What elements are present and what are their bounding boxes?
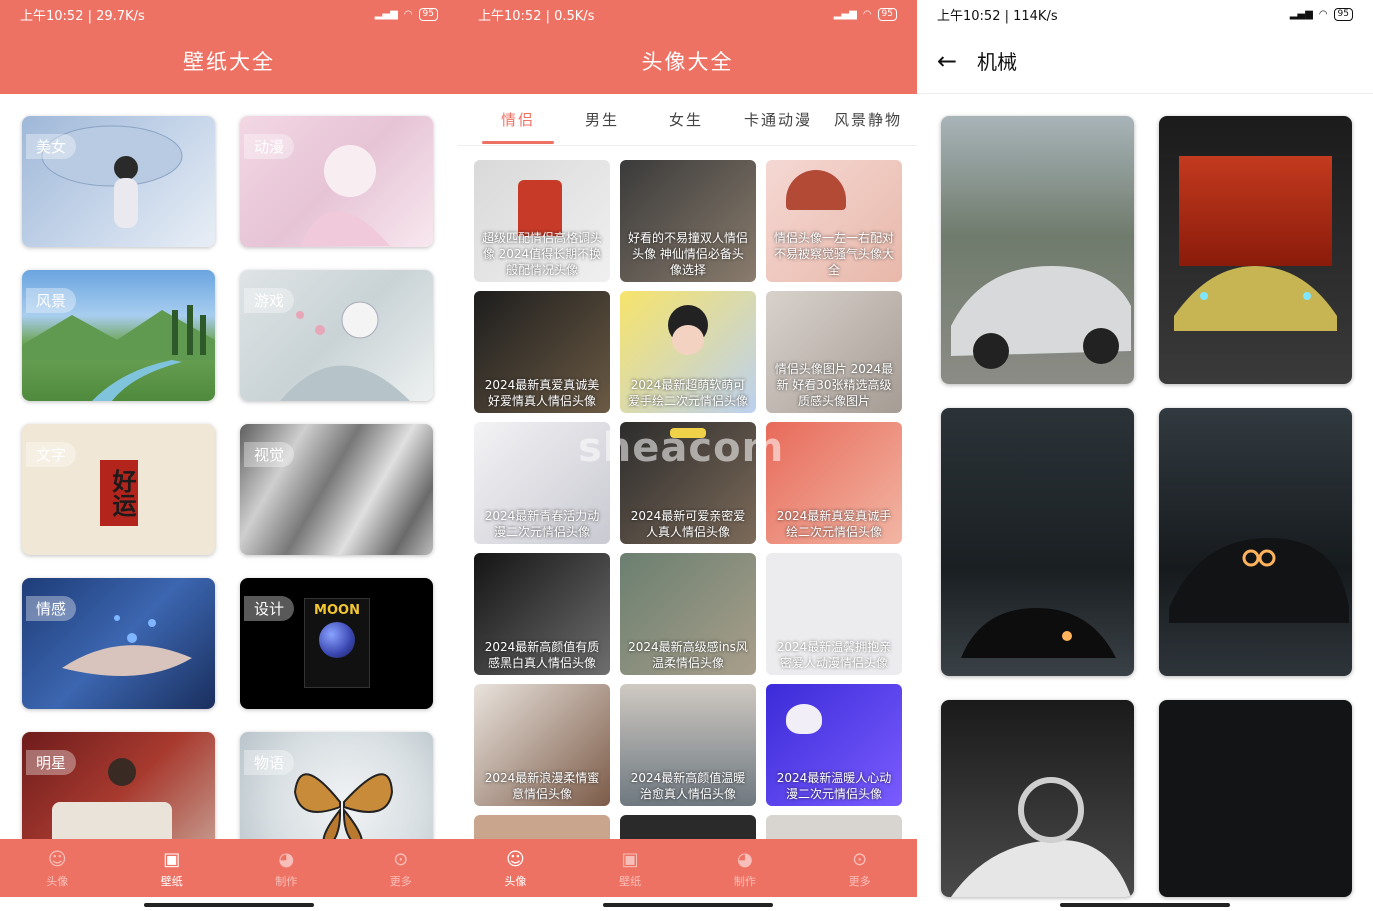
nav-wallpaper[interactable]: ▣ 壁纸: [115, 839, 230, 897]
palette-icon: ◕: [737, 848, 753, 870]
palette-icon: ◕: [278, 848, 295, 870]
category-card-emotion[interactable]: 情感: [22, 578, 215, 709]
wallpaper-card[interactable]: [941, 408, 1134, 676]
battery-icon: 95: [1333, 7, 1353, 21]
wifi-icon: ◠: [403, 8, 413, 20]
category-card-design[interactable]: MOON 设计: [240, 578, 433, 709]
status-time: 上午10:52 | 114K/s: [937, 8, 1058, 24]
headlight-car-image: [1169, 538, 1349, 623]
avatar-card[interactable]: 2024最新高颜值温暖治愈真人情侣头像: [620, 684, 756, 806]
avatar-screen: 上午10:52 | 0.5K/s ▂▄▆ ◠ 95 头像大全 情侣 男生 女生 …: [458, 0, 917, 911]
wallpaper-card[interactable]: [941, 700, 1134, 897]
dark-car-image: [961, 608, 1116, 658]
avatar-card[interactable]: 2024最新超萌软萌可爱手绘二次元情侣头像: [620, 291, 756, 413]
avatar-card[interactable]: 2024最新高级感ins风温柔情侣头像: [620, 553, 756, 675]
battery-icon: 95: [877, 7, 897, 21]
tab-cartoon[interactable]: 卡通动漫: [728, 94, 828, 146]
category-card-game[interactable]: 游戏: [240, 270, 433, 401]
tab-couple[interactable]: 情侣: [476, 94, 560, 146]
avatar-card[interactable]: 好看的不易撞双人情侣头像 神仙情侣必备头像选择: [620, 160, 756, 282]
status-time: 上午10:52 | 0.5K/s: [478, 8, 595, 24]
bottom-nav: ☺ 头像 ▣ 壁纸 ◕ 制作 ⊙ 更多: [0, 839, 458, 897]
category-label: 情感: [26, 596, 77, 621]
wallpaper-icon: ▣: [621, 848, 639, 870]
tab-scenery[interactable]: 风景静物: [828, 94, 908, 146]
wallpaper-card[interactable]: [1159, 116, 1352, 384]
app-bar: 壁纸大全: [0, 28, 458, 94]
status-bar: 上午10:52 | 0.5K/s ▂▄▆ ◠ 95: [458, 0, 917, 28]
wallpaper-card[interactable]: [1159, 700, 1352, 897]
category-label: 游戏: [244, 288, 295, 313]
nav-avatar[interactable]: ☺ 头像: [458, 839, 573, 897]
avatar-card[interactable]: 情侣头像一左一右配对 不易被察觉骚气头像大全: [766, 160, 902, 282]
signal-icon: ▂▄▆: [833, 8, 857, 20]
category-card-anime[interactable]: 动漫: [240, 116, 433, 247]
avatar-card[interactable]: 2024最新真爱真诚美好爱情真人情侣头像: [474, 291, 610, 413]
home-indicator[interactable]: [602, 903, 773, 907]
yellow-car-image: [1174, 266, 1337, 331]
page-title: 机械: [977, 50, 1017, 74]
category-tabs: 情侣 男生 女生 卡通动漫 风景静物: [458, 94, 917, 146]
app-bar: ← 机械: [917, 28, 1373, 94]
back-arrow-icon[interactable]: ←: [917, 47, 977, 75]
tab-girls[interactable]: 女生: [644, 94, 728, 146]
category-label: 文字: [26, 442, 77, 467]
wifi-icon: ◠: [862, 8, 872, 20]
wallpaper-screen: 上午10:52 | 29.7K/s ▂▄▆ ◠ 95 壁纸大全 美女 动漫 风景…: [0, 0, 458, 911]
bottom-nav: ☺ 头像 ▣ 壁纸 ◕ 制作 ⊙ 更多: [458, 839, 917, 897]
wallpaper-icon: ▣: [163, 848, 181, 870]
avatar-card[interactable]: 2024最新真爱真诚手绘二次元情侣头像: [766, 422, 902, 544]
category-card-beauty[interactable]: 美女: [22, 116, 215, 247]
nav-more[interactable]: ⊙ 更多: [344, 839, 459, 897]
page-title: 头像大全: [641, 50, 734, 74]
silver-car-image: [951, 266, 1131, 369]
signal-icon: ▂▄▆: [1289, 8, 1313, 20]
signal-icon: ▂▄▆: [374, 8, 398, 20]
page-title: 壁纸大全: [183, 50, 275, 74]
home-indicator[interactable]: [144, 903, 314, 907]
nav-make[interactable]: ◕ 制作: [688, 839, 803, 897]
nav-wallpaper[interactable]: ▣ 壁纸: [573, 839, 688, 897]
category-card-scenery[interactable]: 风景: [22, 270, 215, 401]
category-label: 明星: [26, 750, 77, 775]
category-label: 设计: [244, 596, 295, 621]
category-label: 动漫: [244, 134, 295, 159]
avatar-card[interactable]: 2024最新温馨拥抱亲密爱人动漫情侣头像: [766, 553, 902, 675]
more-icon: ⊙: [852, 848, 868, 870]
lucky-artwork: 好运: [100, 460, 138, 526]
category-label: 风景: [26, 288, 77, 313]
avatar-card[interactable]: 2024最新浪漫柔情蜜意情侣头像: [474, 684, 610, 806]
moon-poster: MOON: [304, 598, 370, 688]
app-bar: 头像大全: [458, 28, 917, 94]
avatar-card[interactable]: 超级匹配情侣高格调头像 2024值得长期不换般配情况头像: [474, 160, 610, 282]
battery-icon: 95: [418, 7, 438, 21]
watermark: sheacom: [578, 425, 785, 471]
mechanical-wallpaper-screen: 上午10:52 | 114K/s ▂▄▆ ◠ 95 ← 机械: [917, 0, 1373, 911]
avatar-card[interactable]: 2024最新温暖人心动漫二次元情侣头像: [766, 684, 902, 806]
more-icon: ⊙: [393, 848, 409, 870]
nav-avatar[interactable]: ☺ 头像: [0, 839, 115, 897]
wallpaper-card[interactable]: [941, 116, 1134, 384]
nav-more[interactable]: ⊙ 更多: [802, 839, 917, 897]
status-time: 上午10:52 | 29.7K/s: [20, 8, 145, 24]
white-car-image: [951, 777, 1131, 897]
category-label: 视觉: [244, 442, 295, 467]
tab-boys[interactable]: 男生: [560, 94, 644, 146]
status-bar: 上午10:52 | 114K/s ▂▄▆ ◠ 95: [917, 0, 1373, 28]
status-bar: 上午10:52 | 29.7K/s ▂▄▆ ◠ 95: [0, 0, 458, 28]
category-card-visual[interactable]: 视觉: [240, 424, 433, 555]
category-label: 物语: [244, 750, 295, 775]
category-card-text[interactable]: 好运 文字: [22, 424, 215, 555]
avatar-icon: ☺: [47, 848, 67, 870]
home-indicator[interactable]: [1060, 903, 1230, 907]
category-label: 美女: [26, 134, 77, 159]
nav-make[interactable]: ◕ 制作: [229, 839, 344, 897]
avatar-card[interactable]: 2024最新高颜值有质感黑白真人情侣头像: [474, 553, 610, 675]
avatar-icon: ☺: [505, 848, 525, 870]
wallpaper-card[interactable]: [1159, 408, 1352, 676]
wifi-icon: ◠: [1318, 8, 1328, 20]
avatar-card[interactable]: 情侣头像图片 2024最新 好看30张精选高级质感头像图片: [766, 291, 902, 413]
